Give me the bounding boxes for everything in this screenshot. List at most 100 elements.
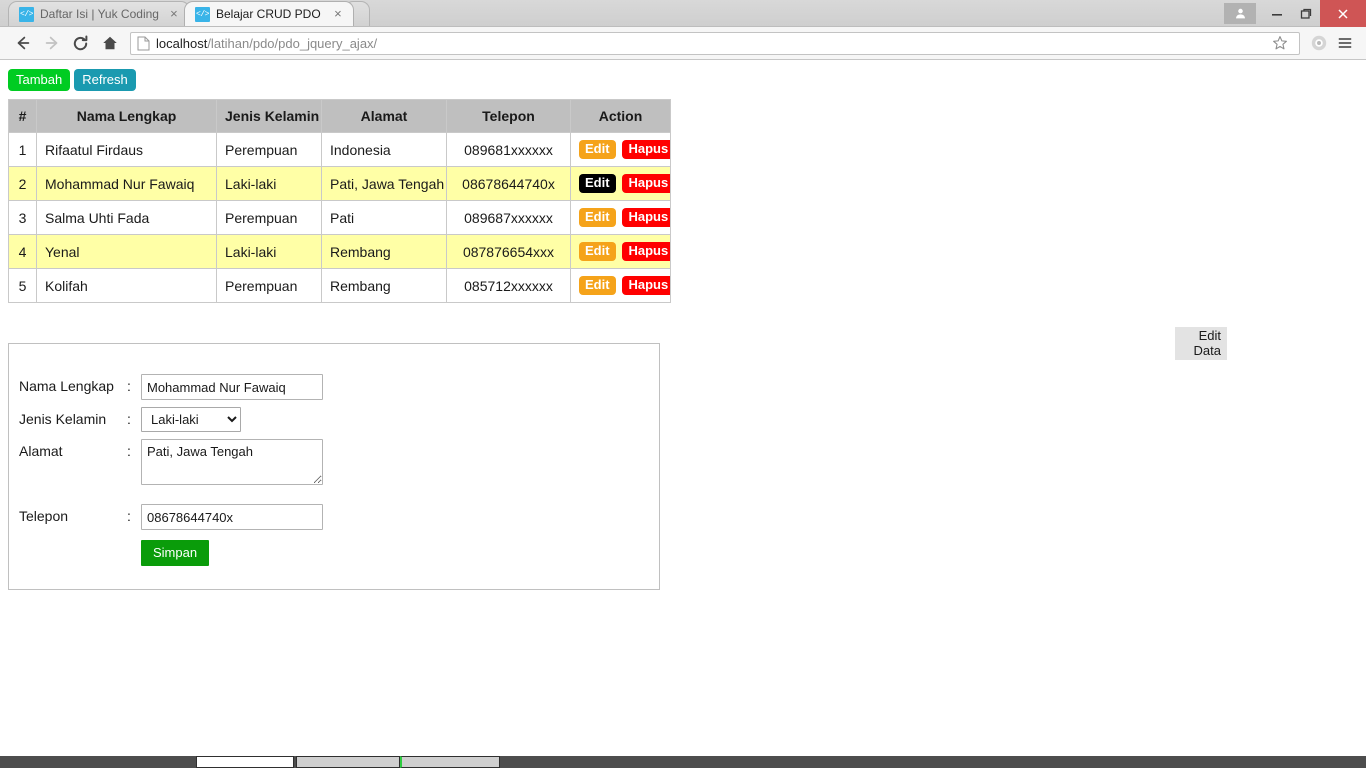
colon-separator: : [127,378,131,394]
submit-spacer-colon [127,540,141,544]
cell-nama: Salma Uhti Fada [36,200,217,235]
hapus-button[interactable]: Hapus [622,174,670,193]
refresh-button[interactable]: Refresh [74,69,136,91]
table-header-row: # Nama Lengkap Jenis Kelamin Alamat Tele… [8,99,671,133]
tab-title: Belajar CRUD PDO [215,7,321,21]
cell-nama: Kolifah [36,268,217,303]
document-icon [137,36,150,51]
reload-icon[interactable] [66,29,95,58]
cell-telepon: 089681xxxxxx [446,132,571,167]
fieldset-legend: Edit Data [1175,327,1227,360]
jenis-kelamin-select[interactable]: Laki-laki Perempuan [141,407,241,432]
extension-icon[interactable] [1306,30,1332,56]
edit-button[interactable]: Edit [579,174,616,193]
close-icon[interactable]: × [331,7,345,21]
browser-toolbar: localhost /latihan/pdo/pdo_jquery_ajax/ [0,27,1366,60]
cell-alamat: Rembang [321,234,447,269]
label-telepon: Telepon [19,508,69,524]
table-row: 3 Salma Uhti Fada Perempuan Pati 089687x… [8,200,671,235]
browser-tab-0[interactable]: </> Daftar Isi | Yuk Coding × [8,1,190,26]
close-icon[interactable]: × [167,7,181,21]
taskbar-window-2[interactable] [296,756,400,768]
cell-nama: Rifaatul Firdaus [36,132,217,167]
cell-telepon: 08678644740x [446,166,571,201]
field-nama-lengkap-wrapper [141,374,323,400]
forward-icon[interactable] [37,29,66,58]
cell-action: Edit Hapus [570,166,671,201]
form-row-submit: Simpan [19,540,649,566]
colon-separator: : [127,443,131,459]
os-taskbar [0,756,1366,768]
table-head: # Nama Lengkap Jenis Kelamin Alamat Tele… [8,99,671,133]
url-path: /latihan/pdo/pdo_jquery_ajax/ [207,35,378,51]
taskbar-window-3[interactable] [400,756,500,768]
cell-jk: Perempuan [216,268,322,303]
taskbar-window-1[interactable] [196,756,294,768]
user-avatar-icon[interactable] [1224,3,1256,24]
crud-page: Tambah Refresh # Nama Lengkap Jenis Kela… [0,61,1366,590]
minimize-icon[interactable] [1262,4,1291,24]
hapus-button[interactable]: Hapus [622,276,670,295]
cell-jk: Laki-laki [216,166,322,201]
chrome-menu-icon[interactable] [1332,30,1358,56]
cell-jk: Perempuan [216,132,322,167]
column-header-nama: Nama Lengkap [36,99,217,133]
colon-separator: : [127,411,131,427]
cell-nama: Mohammad Nur Fawaiq [36,166,217,201]
edit-button[interactable]: Edit [579,276,616,295]
telepon-input[interactable] [141,504,323,530]
form-row-nama: Nama Lengkap : [19,374,649,400]
back-icon[interactable] [8,29,37,58]
cell-alamat: Pati, Jawa Tengah [321,166,447,201]
cell-alamat: Rembang [321,268,447,303]
column-header-alamat: Alamat [321,99,447,133]
cell-no: 2 [8,166,37,201]
cell-action: Edit Hapus [570,200,671,235]
hapus-button[interactable]: Hapus [622,208,670,227]
cell-no: 3 [8,200,37,235]
cell-telepon: 085712xxxxxx [446,268,571,303]
cell-alamat: Pati [321,200,447,235]
hapus-button[interactable]: Hapus [622,140,670,159]
cell-no: 1 [8,132,37,167]
simpan-button[interactable]: Simpan [141,540,210,566]
bookmark-star-icon[interactable] [1267,30,1293,56]
code-icon: </> [19,6,34,22]
column-header-no: # [8,99,37,133]
edit-form-wrapper: Edit Data Nama Lengkap : Jenis Kelamin : [8,327,1358,590]
edit-button[interactable]: Edit [579,208,616,227]
page-action-buttons: Tambah Refresh [8,69,1358,91]
cell-telepon: 087876654xxx [446,234,571,269]
edit-button[interactable]: Edit [579,242,616,261]
code-icon: </> [194,6,210,22]
field-telepon-wrapper [141,504,323,530]
cell-jk: Perempuan [216,200,322,235]
home-icon[interactable] [95,29,124,58]
tambah-button[interactable]: Tambah [8,69,71,91]
hapus-button[interactable]: Hapus [622,242,670,261]
alamat-textarea[interactable] [141,439,323,485]
field-jenis-kelamin-wrapper: Laki-laki Perempuan [141,407,241,432]
maximize-icon[interactable] [1291,4,1320,24]
cell-alamat: Indonesia [321,132,447,167]
column-header-telepon: Telepon [446,99,571,133]
omnibox-actions [1267,30,1293,56]
cell-jk: Laki-laki [216,234,322,269]
browser-tab-1[interactable]: </> Belajar CRUD PDO × [183,1,354,26]
close-window-icon[interactable] [1320,0,1366,27]
cell-action: Edit Hapus [570,132,671,167]
tab-strip: </> Daftar Isi | Yuk Coding × </> Belaja… [0,0,1366,27]
form-row-alamat: Alamat : [19,439,649,490]
table-row: 1 Rifaatul Firdaus Perempuan Indonesia 0… [8,132,671,167]
url-host: localhost [156,35,208,51]
submit-spacer [19,540,127,544]
cell-action: Edit Hapus [570,268,671,303]
edit-button[interactable]: Edit [579,140,616,159]
tab-title: Daftar Isi | Yuk Coding [40,7,159,21]
nama-lengkap-input[interactable] [141,374,323,400]
column-header-action: Action [570,99,671,133]
data-table: # Nama Lengkap Jenis Kelamin Alamat Tele… [8,99,671,303]
label-nama-lengkap: Nama Lengkap [19,378,114,394]
address-bar[interactable]: localhost /latihan/pdo/pdo_jquery_ajax/ [130,30,1300,56]
label-jenis-kelamin: Jenis Kelamin [19,411,107,427]
